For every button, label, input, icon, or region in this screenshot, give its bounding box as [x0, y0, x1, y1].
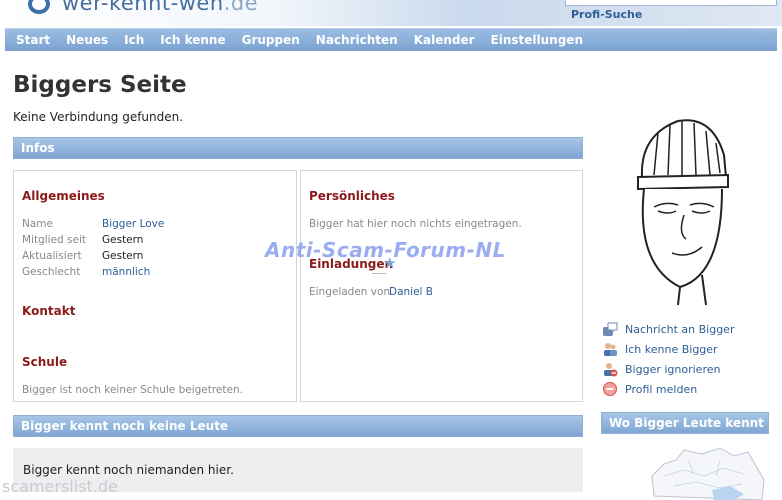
- logo-icon[interactable]: [28, 0, 50, 14]
- watermark-text: Anti-Scam-Forum-NL: [265, 238, 506, 262]
- mitglied-seit-value: Gestern: [102, 234, 144, 246]
- report-icon: [603, 382, 617, 396]
- logo-tld: .de: [223, 0, 259, 15]
- geschlecht-label: Geschlecht: [22, 266, 81, 278]
- ignore-bigger-label: Bigger ignorieren: [625, 362, 721, 376]
- logo-text: wer-kennt-wen: [62, 0, 224, 15]
- site-header: wer-kennt-wen.de Profi-Suche: [0, 0, 782, 26]
- schule-heading: Schule: [22, 355, 68, 369]
- ignore-bigger-action[interactable]: Bigger ignorieren: [602, 361, 720, 377]
- people-bar: Bigger kennt noch keine Leute: [13, 415, 583, 437]
- nav-einstellungen[interactable]: Einstellungen: [491, 33, 583, 47]
- allgemeines-heading: Allgemeines: [22, 189, 105, 203]
- report-profile-action[interactable]: Profil melden: [602, 381, 697, 397]
- search-input[interactable]: [565, 0, 777, 6]
- message-bigger-label: Nachricht an Bigger: [625, 322, 735, 336]
- name-label: Name: [22, 218, 53, 230]
- nav-neues[interactable]: Neues: [66, 33, 108, 47]
- where-known-bar: Wo Bigger Leute kennt: [601, 412, 769, 434]
- ich-kenne-bigger-label: Ich kenne Bigger: [625, 342, 718, 356]
- main-nav: Start Neues Ich Ich kenne Gruppen Nachri…: [5, 28, 777, 51]
- aktualisiert-label: Aktualisiert: [22, 250, 82, 262]
- nav-start[interactable]: Start: [16, 33, 50, 47]
- germany-map[interactable]: [624, 446, 769, 500]
- nav-gruppen[interactable]: Gruppen: [242, 33, 300, 47]
- nav-kalender[interactable]: Kalender: [414, 33, 475, 47]
- watermark-corner: scamerslist.de: [2, 477, 118, 496]
- eingeladen-von-label: Eingeladen von: [309, 286, 391, 298]
- avatar: [637, 119, 729, 305]
- site-logo[interactable]: wer-kennt-wen.de: [62, 0, 258, 15]
- add-friend-icon: [604, 343, 617, 356]
- page-title: Biggers Seite: [13, 72, 187, 98]
- eingeladen-von-value[interactable]: Daniel B: [389, 286, 433, 298]
- persoenliches-text: Bigger hat hier noch nichts eingetragen.: [309, 218, 522, 230]
- name-value[interactable]: Bigger Love: [102, 218, 164, 230]
- report-profile-label: Profil melden: [625, 382, 698, 396]
- message-icon: [603, 322, 618, 336]
- nav-ich[interactable]: Ich: [124, 33, 144, 47]
- nav-ich-kenne[interactable]: Ich kenne: [160, 33, 225, 47]
- profi-suche-link[interactable]: Profi-Suche: [571, 8, 642, 21]
- mitglied-seit-label: Mitglied seit: [22, 234, 87, 246]
- kontakt-heading: Kontakt: [22, 304, 76, 318]
- people-text: Bigger kennt noch niemanden hier.: [23, 463, 234, 477]
- ich-kenne-bigger-action[interactable]: Ich kenne Bigger: [602, 341, 718, 357]
- infos-bar: Infos: [13, 137, 583, 159]
- aktualisiert-value: Gestern: [102, 250, 144, 262]
- divider: [372, 273, 386, 274]
- nav-nachrichten[interactable]: Nachrichten: [316, 33, 398, 47]
- schule-text: Bigger ist noch keiner Schule beigetrete…: [22, 384, 243, 396]
- ignore-user-icon: [604, 363, 618, 377]
- message-bigger-action[interactable]: Nachricht an Bigger: [602, 321, 734, 337]
- connection-status: Keine Verbindung gefunden.: [13, 110, 184, 124]
- geschlecht-value[interactable]: männlich: [102, 266, 150, 278]
- persoenliches-heading: Persönliches: [309, 189, 395, 203]
